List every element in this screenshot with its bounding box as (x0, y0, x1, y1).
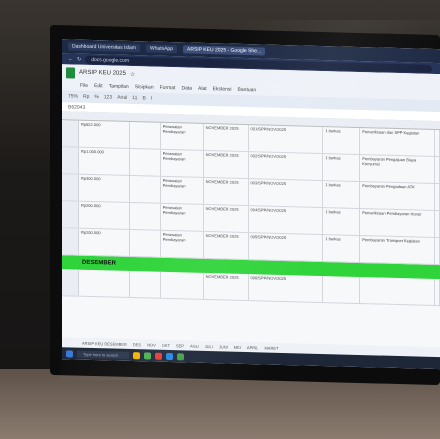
cell-month[interactable]: NOVEMBER 2025 (203, 177, 249, 206)
bold-button[interactable]: B (142, 95, 145, 101)
cell-amount[interactable]: Rp1.000.000 (78, 147, 130, 175)
sheet-tab[interactable]: OKT (162, 342, 170, 347)
cell-count[interactable]: 1 berkas (323, 127, 361, 155)
menu-help[interactable]: Bantuan (238, 87, 257, 93)
cell-month[interactable]: NOVEMBER 2025 (203, 272, 249, 301)
back-icon[interactable]: ← (68, 56, 73, 62)
windows-start-icon[interactable] (66, 349, 73, 357)
excel-icon[interactable] (177, 352, 184, 360)
sheet-tab[interactable]: MARET (264, 345, 278, 350)
cell-count[interactable]: 1 berkas (323, 235, 361, 263)
monitor: Dashboard Universitas Islam WhatsApp ARS… (50, 24, 440, 386)
sheet-tab[interactable]: AGU (190, 343, 199, 348)
sheet-title[interactable]: ARSIP KEU 2025 (79, 70, 126, 77)
sheet-tab[interactable]: JULI (205, 343, 213, 348)
screen: Dashboard Universitas Islam WhatsApp ARS… (62, 39, 440, 370)
cell-type[interactable]: Perawatan Pembayaran (160, 149, 204, 177)
cell-number[interactable]: 005/SPP/NOV/2025 (248, 233, 324, 262)
sheet-tab[interactable]: JUNI (219, 344, 228, 349)
word-icon[interactable] (166, 352, 173, 360)
cell-number[interactable]: 001/SPP/NOV/2025 (248, 125, 324, 154)
menu-view[interactable]: Tampilan (109, 83, 129, 90)
cell-type[interactable]: Perawatan Pembayaran (160, 122, 204, 150)
cell-description[interactable]: Pembayaran Pengadaan ATK (360, 182, 436, 210)
cell-month[interactable]: NOVEMBER 2025 (203, 204, 249, 233)
sheet-tab[interactable]: APRIL (247, 345, 259, 350)
cell-description[interactable]: Pemeriksaan Pembayaran Honor (360, 209, 436, 237)
cell-amount[interactable]: Rp400.000 (78, 174, 130, 202)
cell-description[interactable]: Pembayaran Transport Kegiatan (360, 236, 436, 264)
sheet-tab[interactable]: DES (133, 342, 141, 347)
menu-insert[interactable]: Sisipkan (135, 84, 154, 90)
browser-tab-arsip[interactable]: ARSIP KEU 2025 - Google She... (183, 45, 266, 56)
cell-description[interactable]: Pembayaran Pengajuan Biaya Konsumsi (360, 155, 436, 183)
sheet-tab[interactable]: NOV (147, 342, 156, 347)
menu-edit[interactable]: Edit (94, 83, 103, 89)
italic-button[interactable]: I (151, 96, 152, 102)
cell-number[interactable]: 004/SPP/NOV/2025 (248, 206, 324, 235)
cell-month[interactable]: NOVEMBER 2025 (203, 123, 249, 152)
font-size-field[interactable]: 11 (132, 95, 137, 101)
cell-amount[interactable]: Rp622.000 (78, 120, 130, 148)
menu-data[interactable]: Data (181, 85, 192, 91)
number-format-button[interactable]: 123 (104, 94, 112, 100)
browser-tab-whatsapp[interactable]: WhatsApp (145, 44, 177, 54)
zoom-select[interactable]: 75% (68, 93, 78, 99)
percent-button[interactable]: % (94, 94, 98, 100)
chrome-icon[interactable] (144, 351, 151, 360)
cell-month[interactable]: NOVEMBER 2025 (203, 231, 249, 260)
cell-description[interactable]: Pemeriksaan dan SPP Kegiatan (360, 128, 436, 156)
cell-type[interactable]: Perawatan Pembayaran (160, 176, 204, 204)
browser-tab-dashboard[interactable]: Dashboard Universitas Islam (68, 42, 140, 53)
cell-type[interactable]: Perawatan Pembayaran (160, 230, 204, 258)
cell-month[interactable]: NOVEMBER 2025 (203, 150, 249, 179)
app-icon[interactable] (155, 352, 162, 360)
folder-icon[interactable] (133, 351, 140, 359)
taskbar-search[interactable]: Type here to search (77, 350, 129, 359)
cell-number[interactable]: 003/SPP/NOV/2025 (248, 179, 324, 208)
cell-count[interactable]: 1 berkas (323, 154, 361, 182)
menu-extensions[interactable]: Ekstensi (213, 86, 232, 92)
cell-number[interactable]: 002/SPP/NOV/2025 (248, 152, 324, 181)
font-select[interactable]: Arial (117, 95, 127, 101)
menu-tools[interactable]: Alat (198, 86, 207, 92)
cell-type[interactable]: Perawatan Pembayaran (160, 203, 204, 231)
name-box[interactable]: B62043 (68, 104, 85, 110)
cell-count[interactable]: 1 berkas (323, 208, 361, 236)
sheet-tab[interactable]: MEI (234, 344, 241, 349)
cell-count[interactable]: 1 berkas (323, 181, 361, 209)
banner-label: DESEMBER (82, 259, 117, 267)
cell-amount[interactable]: Rp200.000 (78, 201, 130, 229)
sheets-logo-icon (66, 66, 75, 79)
currency-button[interactable]: Rp (83, 94, 89, 100)
sheet-tab[interactable]: SEP (176, 343, 184, 348)
sheet-tab[interactable]: ARSIP KEU DESEMBER (82, 340, 127, 346)
cell-number[interactable]: 006/SPP/NOV/2025 (248, 274, 324, 303)
cell-amount[interactable]: Rp200.000 (78, 228, 130, 256)
menu-file[interactable]: File (80, 83, 88, 89)
menu-format[interactable]: Format (160, 85, 176, 91)
reload-icon[interactable]: ↻ (77, 56, 81, 62)
sheet-grid: Rp622.000 Perawatan Pembayaran NOVEMBER … (62, 111, 440, 347)
star-icon[interactable]: ☆ (130, 70, 135, 77)
